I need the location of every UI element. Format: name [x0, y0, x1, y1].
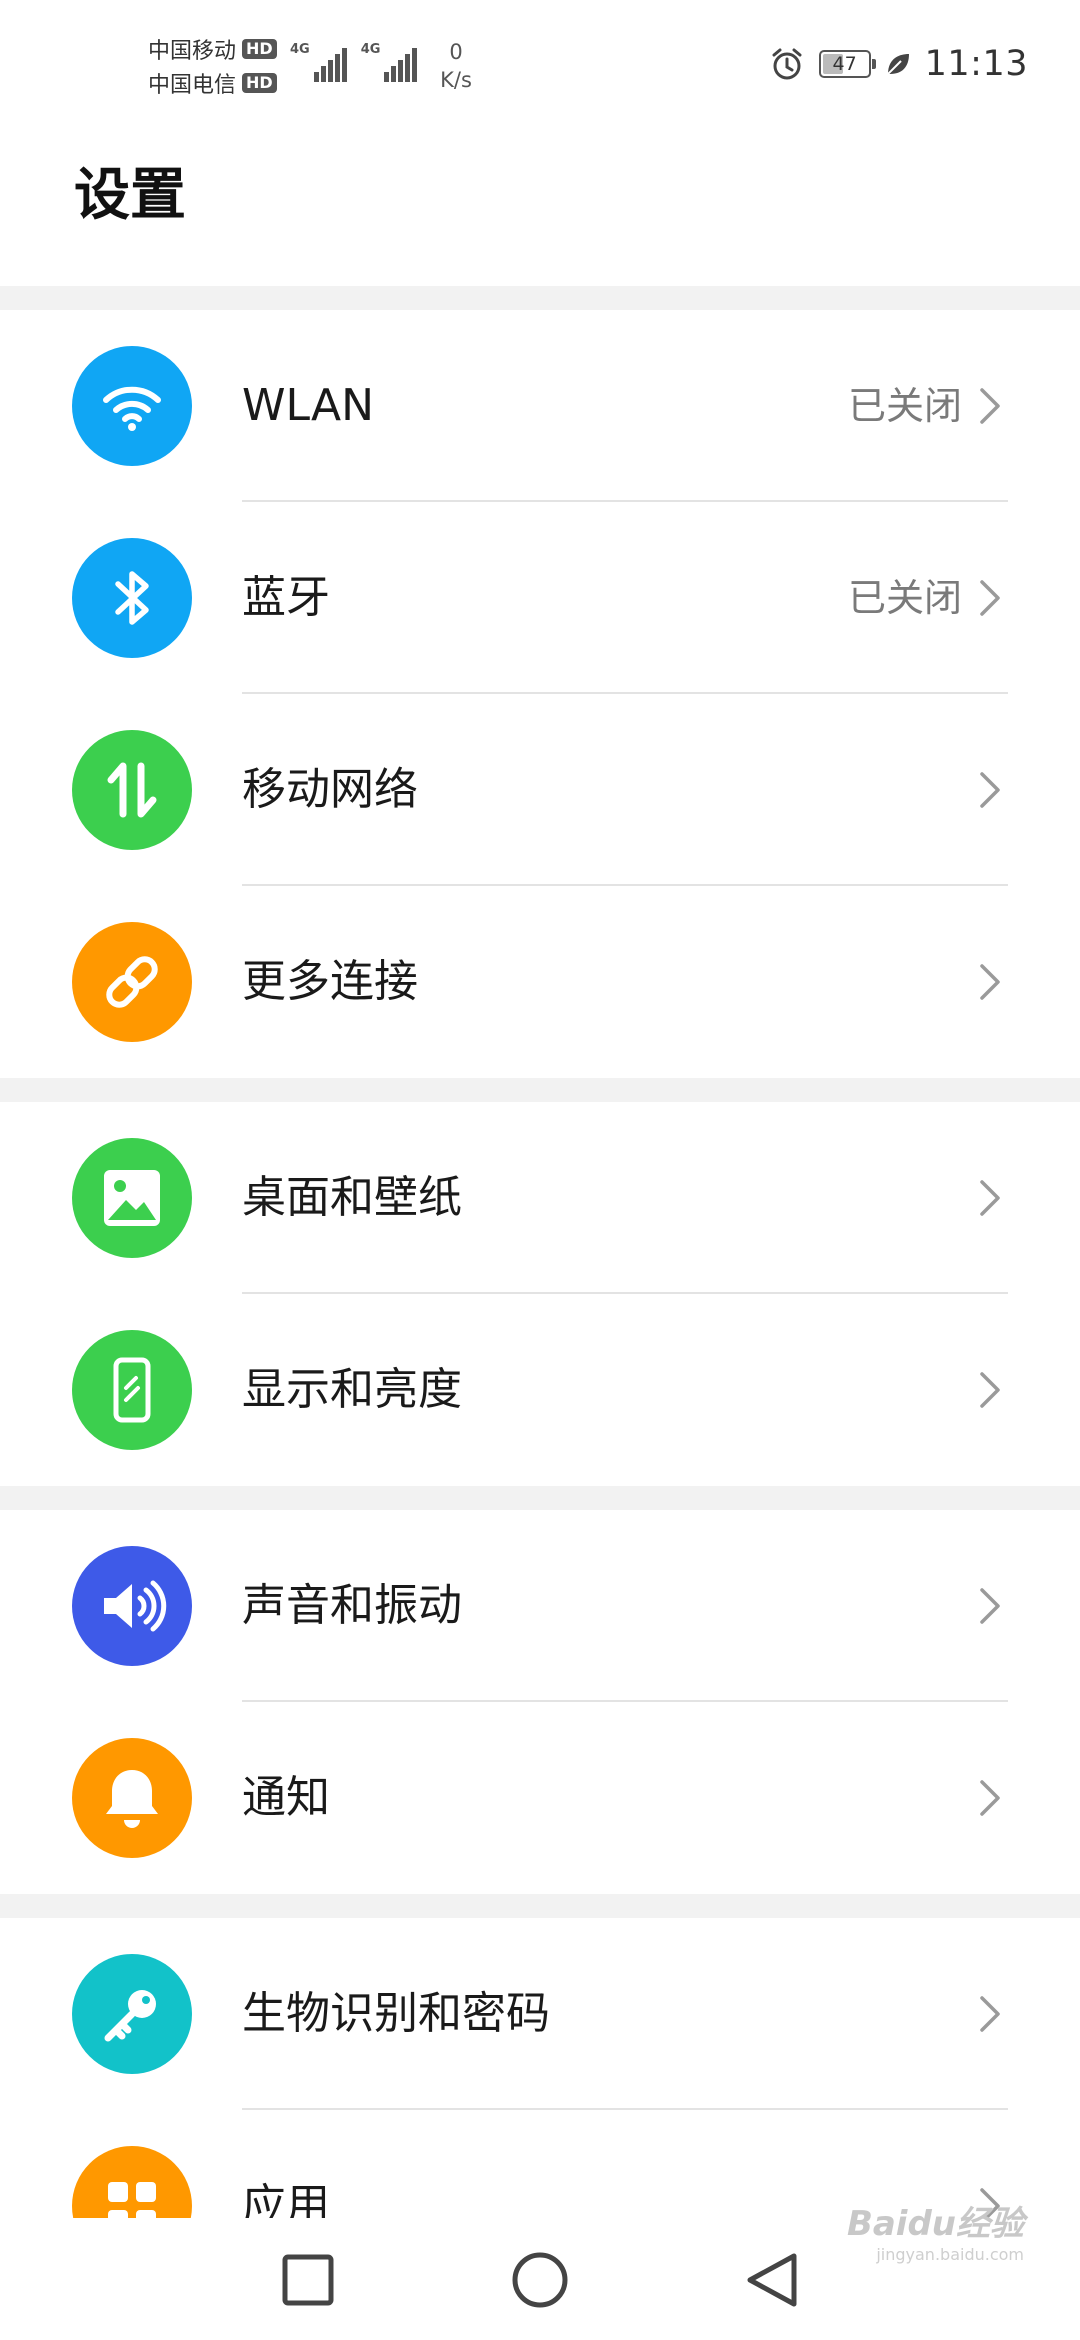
group-separator	[0, 286, 1080, 310]
power-saving-leaf-icon	[885, 51, 911, 77]
hd-badge: HD	[242, 73, 277, 93]
status-bar: 中国移动 HD 中国电信 HD 4G 4G 0 K/s 47 11:13	[0, 0, 1080, 130]
settings-item-bluetooth[interactable]: 蓝牙 已关闭	[0, 502, 1080, 694]
chevron-right-icon	[980, 1780, 1000, 1816]
network-type-label: 4G	[290, 42, 310, 57]
circle-icon	[512, 2252, 568, 2308]
chevron-right-icon	[980, 1372, 1000, 1408]
watermark-url: jingyan.baidu.com	[876, 2245, 1024, 2264]
chevron-right-icon	[980, 1996, 1000, 2032]
watermark-brand: Baidu经验	[846, 2204, 1024, 2244]
settings-item-label: 生物识别和密码	[242, 1988, 550, 2039]
settings-item-sound-vibration[interactable]: 声音和振动	[0, 1510, 1080, 1702]
clock: 11:13	[924, 44, 1028, 84]
settings-item-label: 蓝牙	[242, 572, 330, 623]
settings-item-label: WLAN	[242, 380, 375, 431]
settings-item-wlan[interactable]: WLAN 已关闭	[0, 310, 1080, 502]
settings-item-label: 显示和亮度	[242, 1364, 462, 1415]
group-separator	[0, 1486, 1080, 1510]
signal-indicators: 4G 4G	[290, 42, 418, 82]
display-icon	[72, 1330, 192, 1450]
link-icon	[72, 922, 192, 1042]
battery-level: 47	[832, 53, 857, 75]
chevron-right-icon	[980, 1588, 1000, 1624]
alarm-icon	[769, 46, 805, 82]
signal-strength-icon: 4G	[290, 42, 347, 82]
network-speed-unit: K/s	[440, 68, 472, 92]
settings-item-mobile-network[interactable]: 移动网络	[0, 694, 1080, 886]
settings-item-label: 更多连接	[242, 956, 418, 1007]
key-icon	[72, 1954, 192, 2074]
settings-item-label: 桌面和壁纸	[242, 1172, 462, 1223]
chevron-right-icon	[980, 580, 1000, 616]
settings-item-notifications[interactable]: 通知	[0, 1702, 1080, 1894]
square-icon	[282, 2254, 334, 2306]
chevron-right-icon	[980, 388, 1000, 424]
bluetooth-icon	[72, 538, 192, 658]
chevron-right-icon	[980, 964, 1000, 1000]
network-speed: 0 K/s	[426, 38, 486, 94]
page-title: 设置	[74, 163, 186, 228]
carrier1-label: 中国移动	[148, 39, 237, 64]
network-type-label: 4G	[360, 42, 381, 57]
back-button[interactable]	[740, 2248, 804, 2312]
baidu-watermark: Baidu经验 jingyan.baidu.com	[847, 2196, 1024, 2264]
group-separator	[0, 1894, 1080, 1918]
settings-item-value: 已关闭	[847, 576, 962, 620]
settings-item-value: 已关闭	[847, 384, 962, 428]
settings-item-display-brightness[interactable]: 显示和亮度	[0, 1294, 1080, 1486]
settings-item-label: 声音和振动	[242, 1580, 462, 1631]
carrier-row-2: 中国电信 HD	[148, 66, 277, 100]
sound-icon	[72, 1546, 192, 1666]
network-speed-value: 0	[449, 40, 463, 64]
chevron-right-icon	[980, 1180, 1000, 1216]
triangle-back-icon	[747, 2253, 797, 2307]
mobile-data-icon	[72, 730, 192, 850]
status-right-group: 47 11:13	[769, 44, 1028, 84]
settings-item-biometrics-password[interactable]: 生物识别和密码	[0, 1918, 1080, 2110]
battery-icon: 47	[818, 50, 876, 78]
chevron-right-icon	[980, 772, 1000, 808]
wallpaper-icon	[72, 1138, 192, 1258]
signal-strength-icon: 4G	[361, 42, 418, 82]
home-button[interactable]	[508, 2248, 572, 2312]
settings-item-label: 通知	[242, 1772, 330, 1823]
bell-icon	[72, 1738, 192, 1858]
carrier-row-1: 中国移动 HD	[148, 32, 277, 66]
hd-badge: HD	[242, 39, 277, 59]
settings-item-home-wallpaper[interactable]: 桌面和壁纸	[0, 1102, 1080, 1294]
group-separator	[0, 1078, 1080, 1102]
recents-button[interactable]	[276, 2248, 340, 2312]
settings-item-label: 移动网络	[242, 764, 418, 815]
carrier2-label: 中国电信	[148, 73, 237, 98]
wifi-icon	[72, 346, 192, 466]
carrier-info: 中国移动 HD 中国电信 HD	[148, 32, 277, 100]
settings-item-more-connections[interactable]: 更多连接	[0, 886, 1080, 1078]
